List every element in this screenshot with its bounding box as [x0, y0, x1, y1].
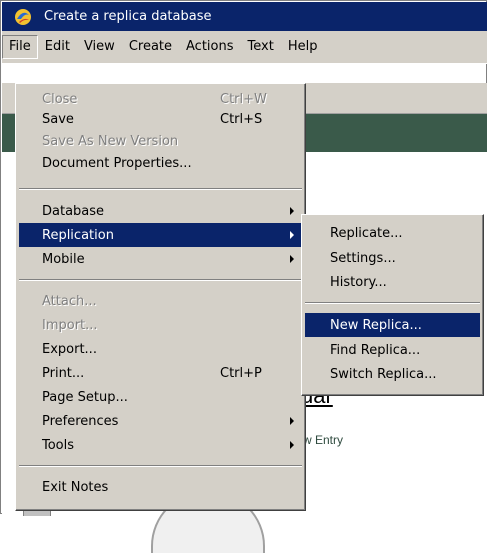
menu-actions[interactable]: Actions — [179, 35, 241, 59]
menu-item-label: Save — [42, 111, 74, 127]
file-menu: Close Ctrl+W Save Ctrl+S Save As New Ver… — [15, 83, 306, 511]
submenu-item-replicate[interactable]: Replicate... — [305, 221, 480, 245]
menu-help[interactable]: Help — [281, 35, 325, 59]
menu-item-label: Exit Notes — [42, 479, 109, 495]
menu-item-save-as-new-version: Save As New Version — [19, 129, 302, 153]
menu-item-label: Document Properties... — [42, 155, 192, 171]
title-bar: Create a replica database — [2, 2, 487, 31]
menu-item-export[interactable]: Export... — [19, 337, 302, 361]
submenu-arrow-icon — [290, 207, 294, 215]
lotus-notes-icon — [12, 6, 34, 28]
menu-view[interactable]: View — [77, 35, 122, 59]
submenu-arrow-icon — [290, 231, 294, 239]
menu-item-label: Page Setup... — [42, 389, 128, 405]
submenu-item-history[interactable]: History... — [305, 270, 480, 294]
menu-item-database[interactable]: Database — [19, 199, 302, 223]
menu-separator — [19, 188, 302, 190]
menu-item-mobile[interactable]: Mobile — [19, 247, 302, 271]
menu-item-import: Import... — [19, 313, 302, 337]
submenu-arrow-icon — [290, 417, 294, 425]
submenu-item-switch-replica[interactable]: Switch Replica... — [305, 362, 480, 386]
menu-item-label: History... — [330, 274, 387, 290]
menu-item-exit-notes[interactable]: Exit Notes — [19, 475, 302, 499]
menu-file[interactable]: File — [2, 35, 38, 59]
menu-item-label: Tools — [42, 437, 75, 453]
application-window: Create a replica database File Edit View… — [0, 0, 487, 553]
menu-separator — [19, 279, 302, 281]
menu-item-label: Settings... — [330, 250, 396, 266]
replication-submenu: Replicate... Settings... History... New … — [301, 214, 484, 396]
menu-item-label: Database — [42, 203, 105, 219]
menu-item-label: Switch Replica... — [330, 366, 437, 382]
menu-item-label: Close — [42, 91, 78, 107]
menu-item-label: Preferences — [42, 413, 119, 429]
menu-item-label: Export... — [42, 341, 97, 357]
menu-item-attach: Attach... — [19, 289, 302, 313]
menu-separator — [305, 302, 480, 304]
menu-item-label: Find Replica... — [330, 342, 421, 358]
menu-item-label: New Replica... — [330, 317, 422, 333]
shortcut-label: Ctrl+S — [220, 111, 263, 127]
menu-item-label: Attach... — [42, 293, 97, 309]
submenu-arrow-icon — [290, 441, 294, 449]
menu-item-replication[interactable]: Replication — [19, 223, 302, 247]
submenu-arrow-icon — [290, 255, 294, 263]
menu-item-save[interactable]: Save Ctrl+S — [19, 107, 302, 131]
submenu-item-settings[interactable]: Settings... — [305, 246, 480, 270]
menu-item-label: Replication — [42, 227, 114, 243]
menu-item-label: Import... — [42, 317, 98, 333]
menu-edit[interactable]: Edit — [38, 35, 77, 59]
submenu-item-new-replica[interactable]: New Replica... — [305, 313, 480, 337]
menu-item-print[interactable]: Print... Ctrl+P — [19, 361, 302, 385]
menu-item-document-properties[interactable]: Document Properties... — [19, 151, 302, 175]
submenu-item-find-replica[interactable]: Find Replica... — [305, 338, 480, 362]
menu-item-preferences[interactable]: Preferences — [19, 409, 302, 433]
menu-create[interactable]: Create — [122, 35, 179, 59]
window-title: Create a replica database — [44, 9, 212, 24]
menu-item-label: Print... — [42, 365, 85, 381]
menu-item-label: Save As New Version — [42, 133, 179, 149]
new-entry-link-fragment[interactable]: w Entry — [303, 433, 343, 447]
menu-item-page-setup[interactable]: Page Setup... — [19, 385, 302, 409]
shortcut-label: Ctrl+W — [220, 91, 267, 107]
menu-bar: File Edit View Create Actions Text Help — [2, 31, 487, 64]
menu-item-tools[interactable]: Tools — [19, 433, 302, 457]
menu-separator — [19, 465, 302, 467]
menu-item-label: Mobile — [42, 251, 85, 267]
menu-text[interactable]: Text — [241, 35, 281, 59]
shortcut-label: Ctrl+P — [220, 365, 262, 381]
menu-item-label: Replicate... — [330, 225, 403, 241]
